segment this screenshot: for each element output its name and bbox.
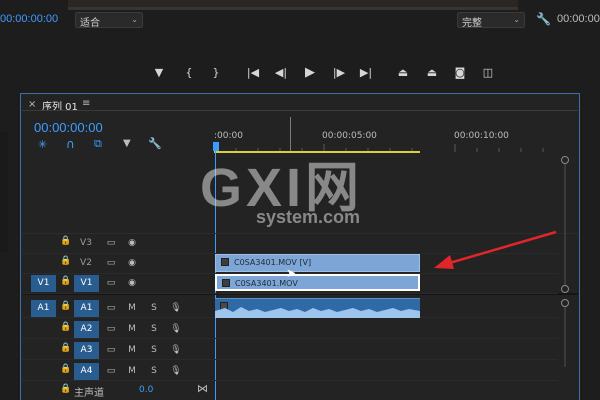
solo-button[interactable]: S (148, 363, 160, 380)
program-monitor-video (68, 0, 518, 10)
film-icon[interactable]: ▭ (104, 235, 118, 252)
lock-icon[interactable]: 🔒 (60, 276, 71, 286)
mute-button[interactable]: M (126, 342, 138, 359)
audio-scrollbar[interactable] (564, 307, 566, 367)
snap-icon[interactable]: ∩ (66, 137, 75, 151)
eye-icon[interactable]: ◉ (125, 275, 139, 292)
film-icon[interactable]: ▭ (104, 321, 118, 338)
compare-icon[interactable]: ◫ (480, 66, 496, 79)
sequence-timecode[interactable]: 00:00:00:00 (34, 120, 103, 135)
track-target-v1[interactable]: V1 (74, 275, 99, 292)
track-name-v3[interactable]: V3 (76, 235, 96, 252)
track-a3[interactable] (22, 339, 558, 360)
eye-icon[interactable]: ◉ (125, 235, 139, 252)
track-a4[interactable] (22, 360, 558, 381)
video-clip-v1[interactable]: C0SA3401.MOV (215, 274, 420, 291)
lock-icon[interactable]: 🔒 (60, 364, 71, 374)
film-icon[interactable]: ▭ (104, 255, 118, 272)
quality-dropdown-label: 完整 (462, 18, 482, 29)
nest-icon[interactable]: ✳ (38, 138, 47, 151)
track-target-a2[interactable]: A2 (74, 321, 99, 338)
solo-button[interactable]: S (148, 300, 160, 317)
audio-zoom-handle[interactable] (561, 299, 569, 307)
panel-menu-icon[interactable]: ≡ (82, 98, 90, 109)
solo-button[interactable]: S (148, 342, 160, 359)
chevron-down-icon: ⌄ (131, 15, 138, 24)
camera-icon[interactable]: ◙ (452, 66, 468, 79)
video-clip-v2[interactable]: C0SA3401.MOV [V] (215, 254, 420, 272)
microphone-icon[interactable]: 🎙 (170, 300, 182, 317)
vertical-zoom-handle[interactable] (561, 156, 569, 164)
lock-icon[interactable]: 🔒 (60, 236, 71, 246)
close-sequence-button[interactable]: × (28, 99, 36, 110)
audio-clip-a1[interactable] (215, 298, 420, 318)
extract-button[interactable]: ⏏ (424, 66, 440, 79)
audio-waveform (215, 307, 420, 318)
ruler-tick-5: 00:00:05:00 (322, 131, 377, 141)
lock-icon[interactable]: 🔒 (60, 301, 71, 311)
tools-panel (0, 132, 8, 252)
source-patch-a1[interactable]: A1 (31, 300, 56, 317)
add-marker-button[interactable]: ▼ (151, 66, 167, 79)
go-to-in-button[interactable]: |◀ (245, 66, 261, 79)
duration-timecode: 00:00:00 (557, 13, 600, 25)
track-target-a1[interactable]: A1 (74, 300, 99, 317)
track-a2[interactable] (22, 318, 558, 339)
lock-icon[interactable]: 🔒 (60, 384, 71, 394)
expand-icon[interactable]: ⋈ (197, 382, 208, 395)
playhead-handle[interactable] (213, 142, 219, 151)
vertical-zoom-handle[interactable] (561, 285, 569, 293)
track-target-a3[interactable]: A3 (74, 342, 99, 359)
go-to-out-button[interactable]: ▶| (358, 66, 374, 79)
track-name-v2[interactable]: V2 (76, 255, 96, 272)
fx-badge-icon (222, 279, 230, 287)
vertical-scrollbar[interactable] (564, 164, 566, 286)
quality-dropdown[interactable]: 完整 ⌄ (457, 12, 525, 29)
film-icon[interactable]: ▭ (104, 275, 118, 292)
track-target-a4[interactable]: A4 (74, 363, 99, 380)
fit-dropdown-label: 适合 (80, 18, 100, 29)
step-back-button[interactable]: ◀| (273, 66, 289, 79)
source-patch-v1[interactable]: V1 (31, 275, 56, 292)
mute-button[interactable]: M (126, 300, 138, 317)
mark-in-button[interactable]: { (181, 66, 197, 79)
film-icon[interactable]: ▭ (104, 342, 118, 359)
video-clip-v1-label: C0SA3401.MOV (235, 279, 298, 288)
linked-selection-icon[interactable]: ⧉ (94, 137, 102, 151)
microphone-icon[interactable]: 🎙 (170, 321, 182, 338)
ruler-marker-line (290, 117, 291, 151)
play-button[interactable]: ▶ (302, 65, 318, 80)
mark-out-button[interactable]: } (208, 66, 224, 79)
lock-icon[interactable]: 🔒 (60, 343, 71, 353)
ruler-tick-10: 00:00:10:00 (454, 131, 509, 141)
wrench-icon[interactable]: 🔧 (536, 12, 551, 26)
microphone-icon[interactable]: 🎙 (170, 342, 182, 359)
ruler-tick-0: :00:00 (214, 131, 243, 141)
watermark-domain: system.com (256, 207, 361, 227)
lock-icon[interactable]: 🔒 (60, 256, 71, 266)
solo-button[interactable]: S (148, 321, 160, 338)
lock-icon[interactable]: 🔒 (60, 322, 71, 332)
header-divider (22, 110, 578, 111)
settings-wrench-icon[interactable]: 🔧 (148, 137, 162, 150)
master-track-label: 主声道 (74, 388, 104, 399)
film-icon[interactable]: ▭ (104, 363, 118, 380)
work-area-bar[interactable] (214, 151, 420, 153)
video-clip-v2-label: C0SA3401.MOV [V] (234, 258, 312, 267)
fit-dropdown[interactable]: 适合 ⌄ (75, 12, 143, 29)
master-volume-value[interactable]: 0.0 (139, 385, 153, 395)
lift-button[interactable]: ⏏ (395, 66, 411, 79)
playhead-timecode[interactable]: 00:00:00:00 (0, 13, 58, 25)
red-arrow-annotation (434, 230, 557, 269)
mouse-cursor-icon: ➤ (286, 266, 297, 280)
add-marker-icon[interactable]: ▼ (123, 138, 131, 149)
film-icon[interactable]: ▭ (104, 300, 118, 317)
chevron-down-icon: ⌄ (513, 15, 520, 24)
step-forward-button[interactable]: |▶ (331, 66, 347, 79)
fx-badge-icon (221, 258, 229, 266)
mute-button[interactable]: M (126, 363, 138, 380)
microphone-icon[interactable]: 🎙 (170, 363, 182, 380)
mute-button[interactable]: M (126, 321, 138, 338)
eye-icon[interactable]: ◉ (125, 255, 139, 272)
